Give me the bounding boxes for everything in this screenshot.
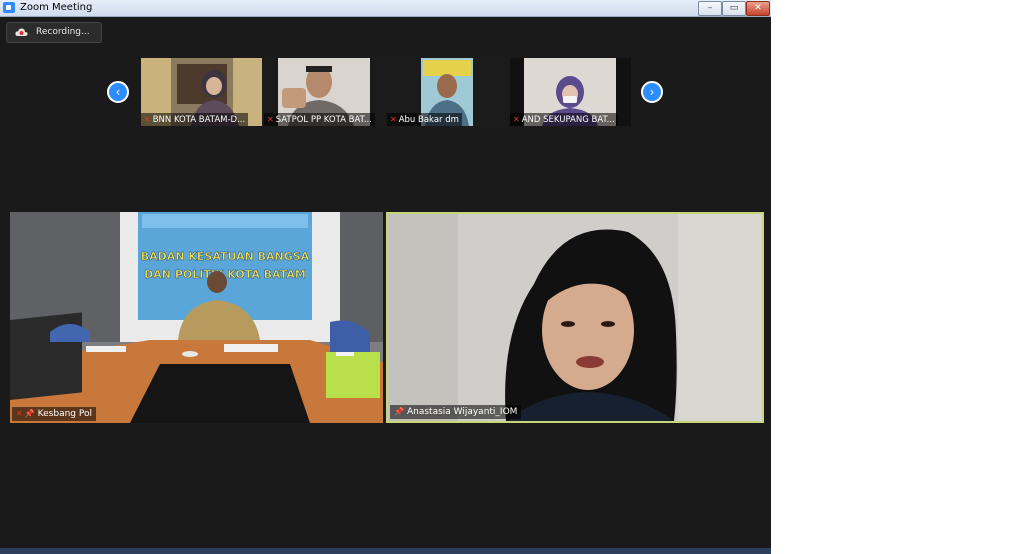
window-title: Zoom Meeting — [20, 2, 93, 13]
recording-label: Recording... — [36, 27, 90, 37]
participant-thumbnail-3[interactable]: ✕ Abu Bakar dm — [387, 58, 508, 126]
main-video-active-speaker[interactable]: 📌 Anastasia Wijayanti_IOM — [386, 212, 764, 423]
close-button[interactable]: ✕ — [746, 1, 770, 16]
mic-muted-icon: ✕ — [144, 115, 151, 124]
recording-indicator[interactable]: Recording... — [6, 22, 102, 43]
mic-muted-icon: ✕ — [267, 115, 274, 124]
banner-line-1: BADAN KESATUAN BANGSA — [141, 250, 310, 263]
zoom-app-icon — [3, 2, 15, 13]
previous-page-button[interactable]: ‹ — [107, 81, 129, 103]
participant-name-label: ✕ 📌 Kesbang Pol — [12, 407, 96, 421]
participant-name-label: ✕ AND SEKUPANG BAT... — [510, 113, 618, 126]
maximize-button[interactable]: ▭ — [722, 1, 746, 16]
mic-muted-icon: ✕ — [390, 115, 397, 124]
mic-muted-icon: ✕ — [513, 115, 520, 124]
next-page-button[interactable]: › — [641, 81, 663, 103]
participant-name-label: ✕ SATPOL PP KOTA BAT... — [264, 113, 375, 126]
participant-name-label: ✕ Abu Bakar dm — [387, 113, 462, 126]
cloud-recording-icon — [15, 28, 28, 36]
participant-name-label: 📌 Anastasia Wijayanti_IOM — [390, 405, 522, 419]
taskbar-strip — [0, 548, 771, 554]
title-bar: Zoom Meeting – ▭ ✕ — [0, 0, 771, 17]
minimize-button[interactable]: – — [698, 1, 722, 16]
participant-thumbnail-4[interactable]: ✕ AND SEKUPANG BAT... — [510, 58, 631, 126]
pin-icon: 📌 — [24, 409, 35, 418]
participant-thumbnail-1[interactable]: ✕ BNN KOTA BATAM-D... — [141, 58, 262, 126]
participant-video-kesbang-pol: BADAN KESATUAN BANGSA DAN POLITIK KOTA B… — [10, 212, 383, 423]
zoom-meeting-window: Zoom Meeting – ▭ ✕ Recording... ‹ › ✕ BNN… — [0, 0, 771, 554]
pin-icon: 📌 — [394, 407, 404, 416]
participant-thumbnail-2[interactable]: ✕ SATPOL PP KOTA BAT... — [264, 58, 385, 126]
main-video-kesbang-pol[interactable]: BADAN KESATUAN BANGSA DAN POLITIK KOTA B… — [10, 212, 383, 423]
participant-name-label: ✕ BNN KOTA BATAM-D... — [141, 113, 249, 126]
mic-muted-icon: ✕ — [16, 409, 23, 418]
participant-video-active-speaker — [388, 214, 762, 421]
